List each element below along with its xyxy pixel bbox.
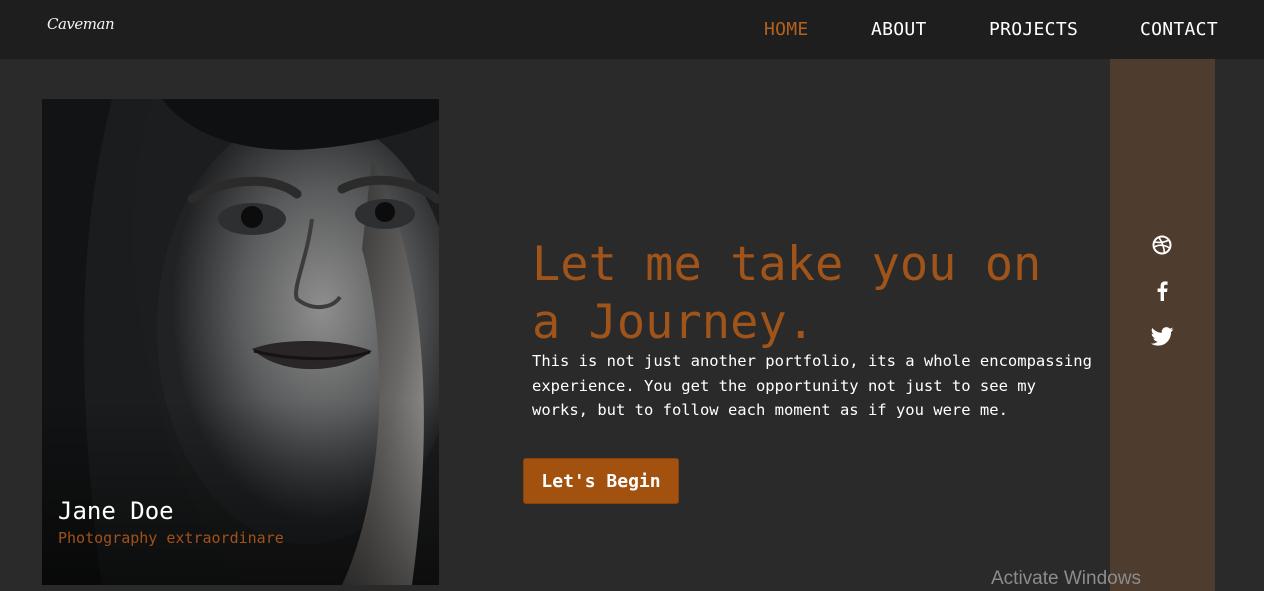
site-logo[interactable]: Caveman: [47, 15, 115, 33]
nav-link-about[interactable]: ABOUT: [871, 19, 927, 40]
hero-headline: Let me take you on a Journey.: [532, 237, 1042, 350]
facebook-icon[interactable]: [1150, 279, 1174, 303]
hero-intro-text: This is not just another portfolio, its …: [532, 352, 1092, 419]
nav-link-projects[interactable]: PROJECTS: [989, 19, 1078, 40]
social-sidebar: [1110, 59, 1215, 591]
profile-name: Jane Doe: [58, 497, 174, 525]
dribbble-icon[interactable]: [1150, 233, 1174, 257]
profile-tagline: Photography extraordinare: [58, 529, 284, 547]
profile-photo-card: Jane Doe Photography extraordinare: [42, 99, 439, 585]
top-navbar: Caveman HOME ABOUT PROJECTS CONTACT: [0, 0, 1264, 59]
lets-begin-button[interactable]: Let's Begin: [523, 458, 679, 504]
windows-activation-watermark: Activate Windows: [991, 568, 1141, 589]
nav-link-contact[interactable]: CONTACT: [1140, 19, 1218, 40]
nav-link-home[interactable]: HOME: [764, 19, 809, 40]
twitter-icon[interactable]: [1150, 324, 1174, 348]
